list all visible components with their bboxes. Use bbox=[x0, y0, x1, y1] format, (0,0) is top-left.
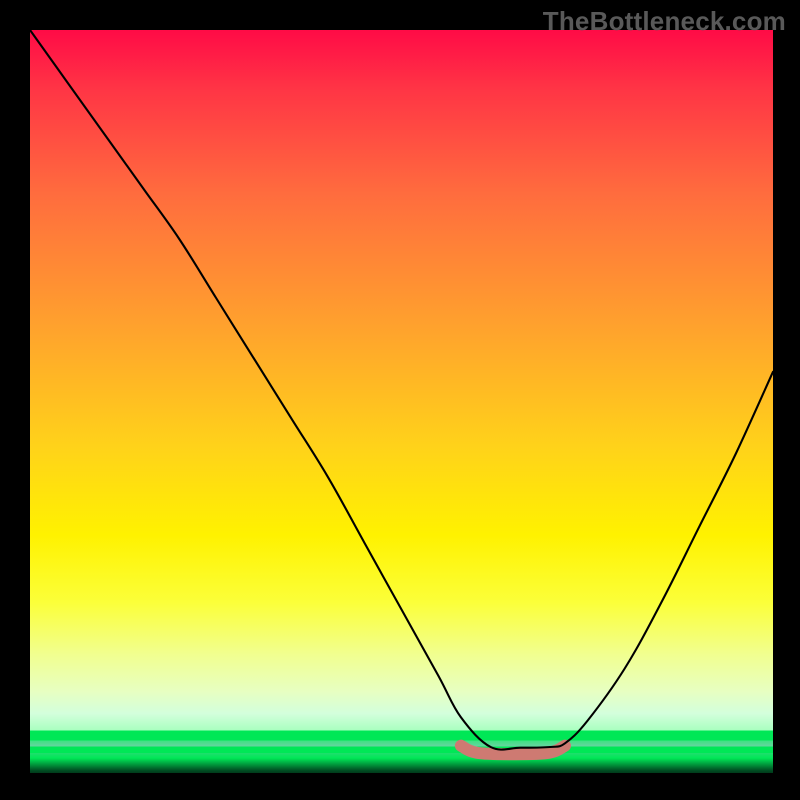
watermark-text: TheBottleneck.com bbox=[543, 6, 786, 37]
chart-frame: TheBottleneck.com bbox=[0, 0, 800, 800]
bottleneck-curve bbox=[30, 30, 773, 750]
curve-layer bbox=[30, 30, 773, 773]
plot-area bbox=[30, 30, 773, 773]
